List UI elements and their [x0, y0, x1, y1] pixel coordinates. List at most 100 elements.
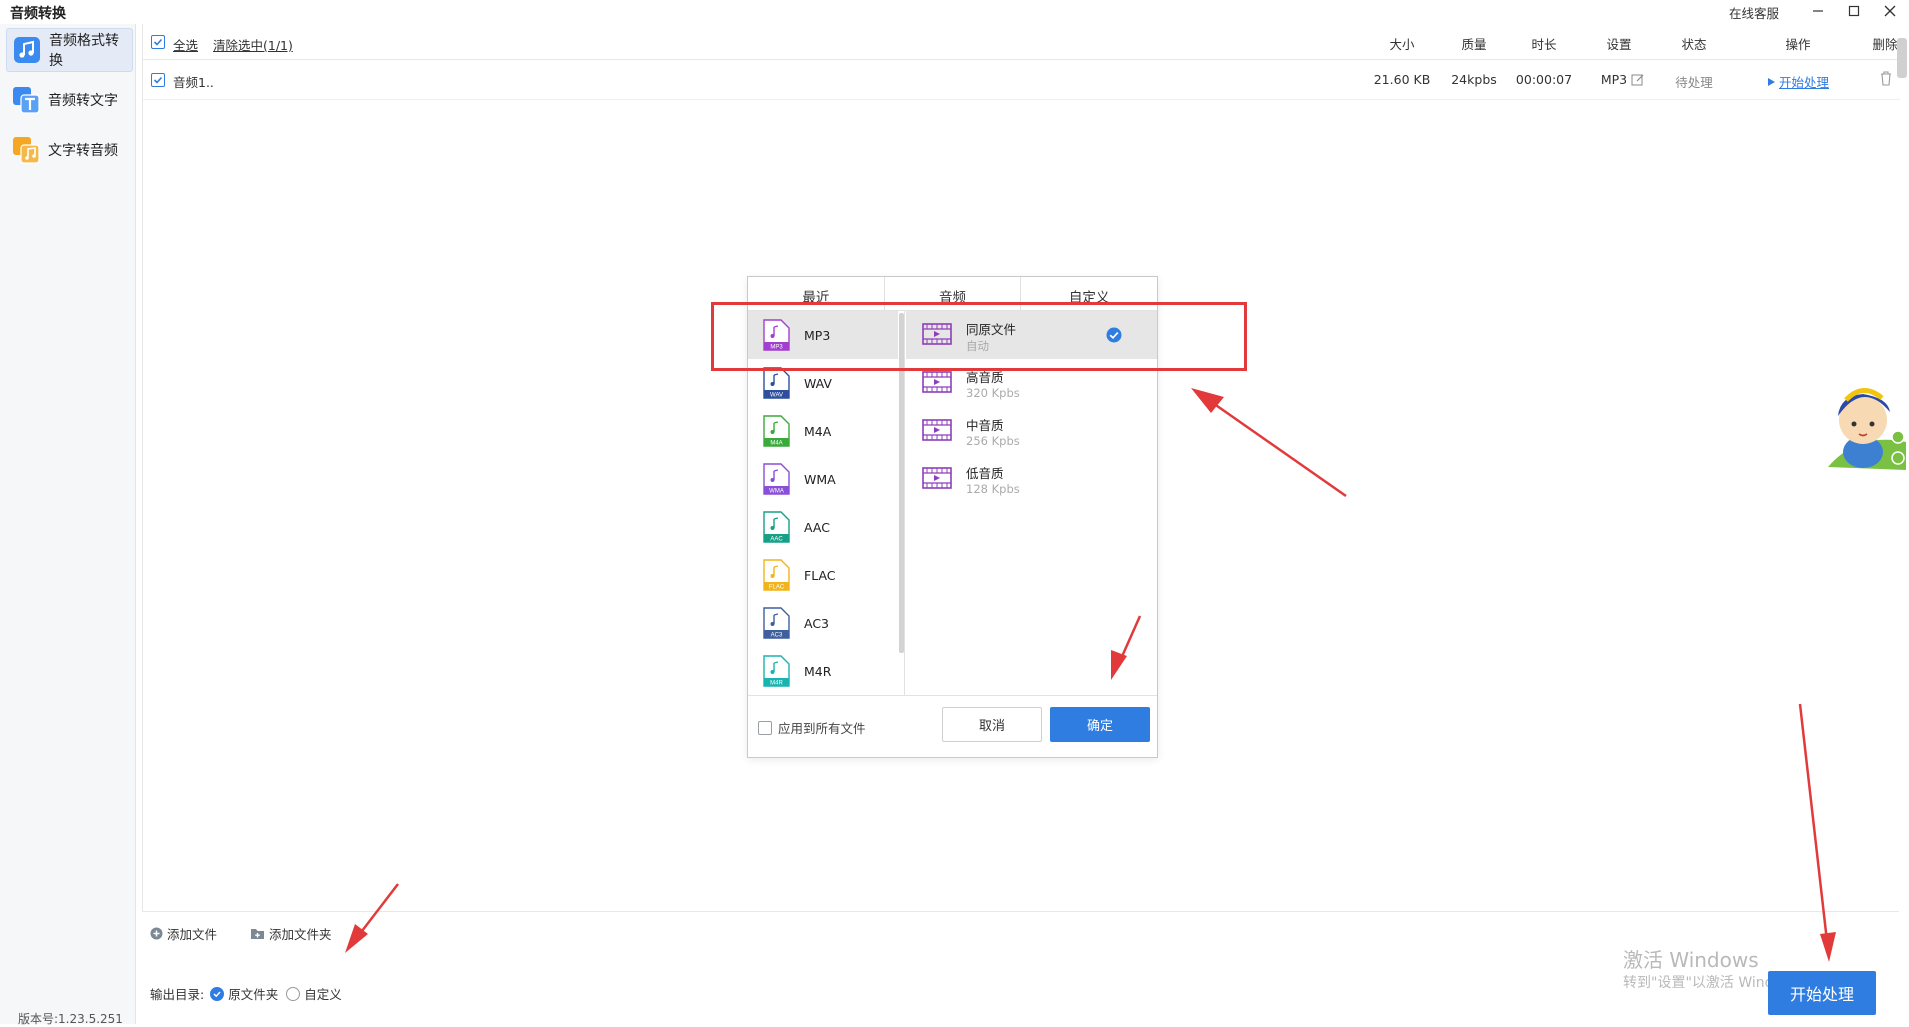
wma-file-icon: WMA	[763, 463, 790, 495]
add-folder-button[interactable]: 添加文件夹	[250, 924, 332, 943]
confirm-button[interactable]: 确定	[1050, 707, 1150, 742]
ac3-file-icon: AC3	[763, 607, 790, 639]
version-label: 版本号:1.23.5.251	[18, 1012, 123, 1026]
list-header: 全选 清除选中(1/1) 大小 质量 时长 设置 状态 操作 删除	[143, 24, 1900, 60]
col-quality: 质量	[1461, 37, 1487, 52]
start-processing-link[interactable]: 开始处理	[1779, 72, 1829, 91]
quality-name: 低音质	[966, 466, 1004, 481]
folder-add-icon	[251, 929, 264, 939]
music-note-icon	[14, 37, 40, 63]
sidebar-item-audio-to-text[interactable]: 音频转文字	[6, 78, 133, 122]
flac-file-icon: FLAC	[763, 559, 790, 591]
radio-original-folder[interactable]	[210, 986, 225, 1001]
text-t-icon	[13, 87, 40, 114]
mascot-image[interactable]	[1818, 372, 1908, 472]
format-item-flac[interactable]: FLAC FLAC	[748, 551, 898, 599]
format-item-ac3[interactable]: AC3 AC3	[748, 599, 898, 647]
list-scrollbar[interactable]	[1897, 38, 1907, 78]
svg-text:WAV: WAV	[770, 393, 783, 399]
highlight-box	[711, 302, 1247, 371]
output-original-label: 原文件夹	[228, 987, 279, 1002]
sidebar-item-text-to-audio[interactable]: 文字转音频	[6, 128, 133, 172]
status-badge: 待处理	[1675, 75, 1713, 90]
select-all-link[interactable]: 全选	[173, 35, 198, 54]
col-action: 操作	[1785, 37, 1811, 52]
edit-icon[interactable]	[1631, 73, 1645, 87]
svg-text:FLAC: FLAC	[769, 585, 785, 591]
col-size: 大小	[1389, 37, 1415, 52]
audio-doc-icon	[13, 137, 40, 164]
sidebar: 音频格式转换 音频转文字 文字转音频 版本号:1.23.5.251	[0, 24, 136, 1026]
format-setting[interactable]: MP3	[1593, 72, 1653, 87]
output-label: 输出目录:	[150, 987, 205, 1002]
col-duration: 时长	[1531, 37, 1557, 52]
apply-all-checkbox[interactable]	[758, 720, 772, 735]
table-row[interactable]: 音频1.. 21.60 KB 24kpbs 00:00:07 MP3 待处理 开…	[143, 60, 1900, 100]
add-file-button[interactable]: 添加文件	[150, 924, 217, 943]
svg-text:AC3: AC3	[771, 633, 783, 639]
online-service-link[interactable]: 在线客服	[1729, 3, 1779, 22]
format-label: WMA	[804, 471, 836, 487]
play-icon	[1767, 77, 1775, 86]
apply-all-label: 应用到所有文件	[778, 721, 866, 736]
aac-file-icon: AAC	[763, 511, 790, 543]
m4r-file-icon: M4R	[763, 655, 790, 687]
svg-text:M4R: M4R	[770, 681, 783, 687]
select-all-checkbox[interactable]	[151, 35, 165, 49]
title-bar: 音频转换 在线客服	[0, 0, 1909, 24]
file-name: 音频1..	[173, 75, 214, 90]
format-label: WAV	[804, 375, 832, 391]
m4a-file-icon: M4A	[763, 415, 790, 447]
quality-sub: 128 Kpbs	[966, 482, 1020, 496]
cancel-button[interactable]: 取消	[942, 707, 1042, 742]
format-label: FLAC	[804, 567, 836, 583]
clear-selected-link[interactable]: 清除选中(1/1)	[213, 35, 293, 54]
format-item-m4a[interactable]: M4A M4A	[748, 407, 898, 455]
format-item-m4r[interactable]: M4R M4R	[748, 647, 898, 695]
sidebar-item-label: 文字转音频	[48, 143, 118, 159]
svg-text:M4A: M4A	[770, 441, 782, 447]
trash-icon[interactable]	[1876, 70, 1896, 89]
format-item-wma[interactable]: WMA WMA	[748, 455, 898, 503]
format-label: M4R	[804, 663, 832, 679]
row-start-action[interactable]: 开始处理	[1753, 72, 1843, 91]
row-checkbox[interactable]	[151, 73, 165, 87]
output-directory: 输出目录: 原文件夹 自定义	[150, 984, 342, 1003]
film-icon	[922, 371, 952, 393]
film-icon	[922, 467, 952, 489]
start-processing-button[interactable]: 开始处理	[1768, 971, 1876, 1015]
wav-file-icon: WAV	[763, 367, 790, 399]
quality-sub: 256 Kpbs	[966, 434, 1020, 448]
activation-watermark-title: 激活 Windows	[1623, 948, 1759, 972]
add-file-label: 添加文件	[167, 927, 218, 942]
format-label: AAC	[804, 519, 830, 535]
file-quality: 24kpbs	[1451, 72, 1497, 87]
add-folder-label: 添加文件夹	[269, 927, 332, 942]
file-duration: 00:00:07	[1515, 72, 1573, 87]
col-status: 状态	[1681, 37, 1707, 52]
apply-all-option[interactable]: 应用到所有文件	[758, 718, 866, 737]
sidebar-item-label: 音频转文字	[48, 93, 118, 109]
quality-name: 中音质	[966, 418, 1004, 433]
quality-item-low[interactable]: 低音质 128 Kpbs	[906, 455, 1157, 503]
dialog-footer: 应用到所有文件 取消 确定	[748, 695, 1157, 757]
close-icon[interactable]	[1875, 0, 1905, 22]
quality-sub: 320 Kpbs	[966, 386, 1020, 400]
maximize-icon[interactable]	[1839, 0, 1869, 22]
col-settings: 设置	[1606, 37, 1632, 52]
file-size: 21.60 KB	[1373, 72, 1431, 87]
format-label: MP3	[1600, 72, 1628, 87]
radio-custom-folder[interactable]	[286, 986, 301, 1001]
app-title: 音频转换	[10, 6, 66, 22]
format-label: AC3	[804, 615, 830, 631]
quality-item-medium[interactable]: 中音质 256 Kpbs	[906, 407, 1157, 455]
output-custom-label: 自定义	[304, 987, 342, 1002]
film-icon	[922, 419, 952, 441]
svg-text:AAC: AAC	[770, 537, 783, 543]
format-item-aac[interactable]: AAC AAC	[748, 503, 898, 551]
svg-text:WMA: WMA	[769, 489, 784, 495]
sidebar-item-audio-format[interactable]: 音频格式转换	[6, 28, 133, 72]
minimize-icon[interactable]	[1803, 0, 1833, 22]
format-label: M4A	[804, 423, 832, 439]
add-circle-icon	[150, 927, 163, 940]
